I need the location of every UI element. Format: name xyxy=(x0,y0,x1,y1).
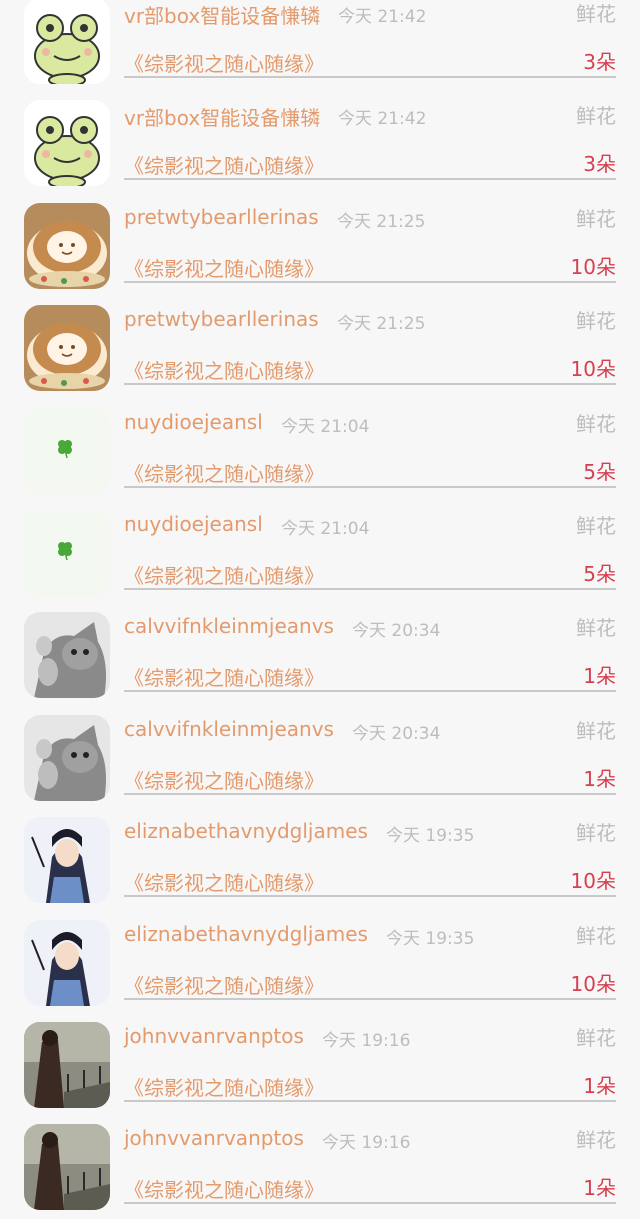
row-divider xyxy=(124,792,616,795)
user-name[interactable]: eliznabethavnydgljames xyxy=(124,819,368,843)
row-divider xyxy=(124,997,616,1000)
timestamp: 今天 21:42 xyxy=(338,7,427,27)
timestamp: 今天 19:35 xyxy=(386,826,475,847)
timestamp: 今天 19:16 xyxy=(322,1133,411,1154)
timestamp: 今天 21:25 xyxy=(337,314,426,335)
timestamp: 今天 21:04 xyxy=(281,518,370,539)
avatar[interactable] xyxy=(24,817,110,904)
gift-count: 10朵 xyxy=(570,971,616,996)
avatar[interactable] xyxy=(24,919,110,1006)
list-item[interactable]: calvvifnkleinmjeanvs 今天 20:34 鲜花《综影视之随心随缘》… xyxy=(0,604,640,706)
user-name[interactable]: eliznabethavnydgljames xyxy=(124,922,368,946)
gift-count: 1朵 xyxy=(583,664,616,689)
gift-type: 鲜花 xyxy=(576,2,616,26)
avatar[interactable] xyxy=(24,509,110,596)
gift-count: 10朵 xyxy=(570,869,616,894)
user-name[interactable]: calvvifnkleinmjeanvs xyxy=(124,614,334,638)
gift-record-list: vr部box智能设备慊辚 今天 21:42 鲜花 《综影视之随心随缘》 3朵 vr部box… xyxy=(0,0,640,1219)
gift-type: 鲜花 xyxy=(576,513,616,538)
row-divider xyxy=(124,76,616,78)
row-divider xyxy=(124,1202,616,1205)
gift-type: 鲜花 xyxy=(576,821,616,846)
gift-count: 1朵 xyxy=(583,1073,616,1098)
timestamp: 今天 20:34 xyxy=(352,723,441,744)
gift-count: 10朵 xyxy=(570,254,616,279)
gift-type: 鲜花 xyxy=(576,411,616,436)
row-divider xyxy=(124,895,616,898)
timestamp: 今天 21:25 xyxy=(337,211,426,232)
list-item[interactable]: pretwtybearllerinas 今天 21:25 鲜花《综影视之随心随缘》 1… xyxy=(0,195,640,297)
book-title-link[interactable]: 《综影视之随心随缘》 xyxy=(124,458,324,487)
gift-count: 1朵 xyxy=(583,1176,616,1201)
row-divider xyxy=(124,690,616,693)
book-title-link[interactable]: 《综影视之随心随缘》 xyxy=(124,970,324,999)
avatar[interactable] xyxy=(24,305,110,392)
gift-count: 5朵 xyxy=(583,561,616,586)
book-title-link[interactable]: 《综影视之随心随缘》 xyxy=(124,1072,324,1101)
avatar[interactable] xyxy=(24,407,110,494)
book-title-link[interactable]: 《综影视之随心随缘》 xyxy=(124,355,324,384)
gift-type: 鲜花 xyxy=(576,206,616,231)
row-divider xyxy=(124,485,616,488)
list-item[interactable]: pretwtybearllerinas 今天 21:25 鲜花《综影视之随心随缘》 1… xyxy=(0,297,640,399)
user-name[interactable]: pretwtybearllerinas xyxy=(124,307,319,331)
gift-type: 鲜花 xyxy=(576,104,616,129)
book-title-link[interactable]: 《综影视之随心随缘》 xyxy=(124,662,324,691)
avatar[interactable] xyxy=(24,612,110,699)
timestamp: 今天 21:04 xyxy=(281,416,370,437)
row-divider xyxy=(124,1099,616,1102)
gift-count: 5朵 xyxy=(583,459,616,484)
timestamp: 今天 20:34 xyxy=(352,621,441,642)
avatar[interactable] xyxy=(24,0,110,84)
avatar[interactable] xyxy=(24,100,110,187)
list-item[interactable]: eliznabethavnydgljames 今天 19:35 鲜花《综影视之随心随… xyxy=(0,809,640,911)
gift-count: 3朵 xyxy=(583,152,616,177)
user-name[interactable]: johnvvanrvanptos xyxy=(124,1024,304,1048)
gift-type: 鲜花 xyxy=(576,1128,616,1153)
list-item[interactable]: calvvifnkleinmjeanvs 今天 20:34 鲜花《综影视之随心随缘》… xyxy=(0,707,640,809)
gift-count: 3朵 xyxy=(583,50,616,74)
row-divider xyxy=(124,383,616,386)
user-name[interactable]: nuydioejeansl xyxy=(124,512,263,536)
user-name[interactable]: calvvifnkleinmjeanvs xyxy=(124,717,334,741)
list-item[interactable]: johnvvanrvanptos 今天 19:16 鲜花《综影视之随心随缘》 1朵 xyxy=(0,1014,640,1116)
row-divider xyxy=(124,587,616,590)
timestamp: 今天 21:42 xyxy=(338,109,427,130)
avatar[interactable] xyxy=(24,1124,110,1211)
book-title-link[interactable]: 《综影视之随心随缘》 xyxy=(124,867,324,896)
avatar[interactable] xyxy=(24,202,110,289)
user-name[interactable]: vr部box智能设备慊辚 xyxy=(124,102,320,131)
book-title-link[interactable]: 《综影视之随心随缘》 xyxy=(124,560,324,589)
gift-count: 1朵 xyxy=(583,766,616,791)
list-item[interactable]: johnvvanrvanptos 今天 19:16 鲜花《综影视之随心随缘》 1朵 xyxy=(0,1116,640,1218)
user-name[interactable]: johnvvanrvanptos xyxy=(124,1126,304,1150)
book-title-link[interactable]: 《综影视之随心随缘》 xyxy=(124,253,324,282)
list-item[interactable]: vr部box智能设备慊辚 今天 21:42 鲜花《综影视之随心随缘》 3朵 xyxy=(0,92,640,194)
gift-type: 鲜花 xyxy=(576,718,616,743)
list-item[interactable]: vr部box智能设备慊辚 今天 21:42 鲜花《综影视之随心随缘》 3朵 xyxy=(0,0,640,92)
row-divider xyxy=(124,280,616,283)
book-title-link[interactable]: 《综影视之随心随缘》 xyxy=(124,48,324,77)
avatar[interactable] xyxy=(24,1021,110,1108)
timestamp: 今天 19:16 xyxy=(322,1030,411,1051)
timestamp: 今天 19:35 xyxy=(386,928,475,949)
list-item[interactable]: nuydioejeansl 今天 21:04 鲜花《综影视之随心随缘》 5朵 xyxy=(0,502,640,604)
list-item[interactable]: nuydioejeansl 今天 21:04 鲜花《综影视之随心随缘》 5朵 xyxy=(0,400,640,502)
list-item[interactable]: eliznabethavnydgljames 今天 19:35 鲜花《综影视之随心随… xyxy=(0,912,640,1014)
user-name[interactable]: vr部box智能设备慊辚 xyxy=(124,0,320,29)
gift-type: 鲜花 xyxy=(576,616,616,641)
user-name[interactable]: nuydioejeansl xyxy=(124,410,263,434)
user-name[interactable]: pretwtybearllerinas xyxy=(124,205,319,229)
avatar[interactable] xyxy=(24,714,110,801)
book-title-link[interactable]: 《综影视之随心随缘》 xyxy=(124,1174,324,1203)
gift-type: 鲜花 xyxy=(576,923,616,948)
gift-type: 鲜花 xyxy=(576,309,616,334)
gift-type: 鲜花 xyxy=(576,1025,616,1050)
gift-count: 10朵 xyxy=(570,357,616,382)
row-divider xyxy=(124,178,616,181)
book-title-link[interactable]: 《综影视之随心随缘》 xyxy=(124,150,324,179)
book-title-link[interactable]: 《综影视之随心随缘》 xyxy=(124,765,324,794)
